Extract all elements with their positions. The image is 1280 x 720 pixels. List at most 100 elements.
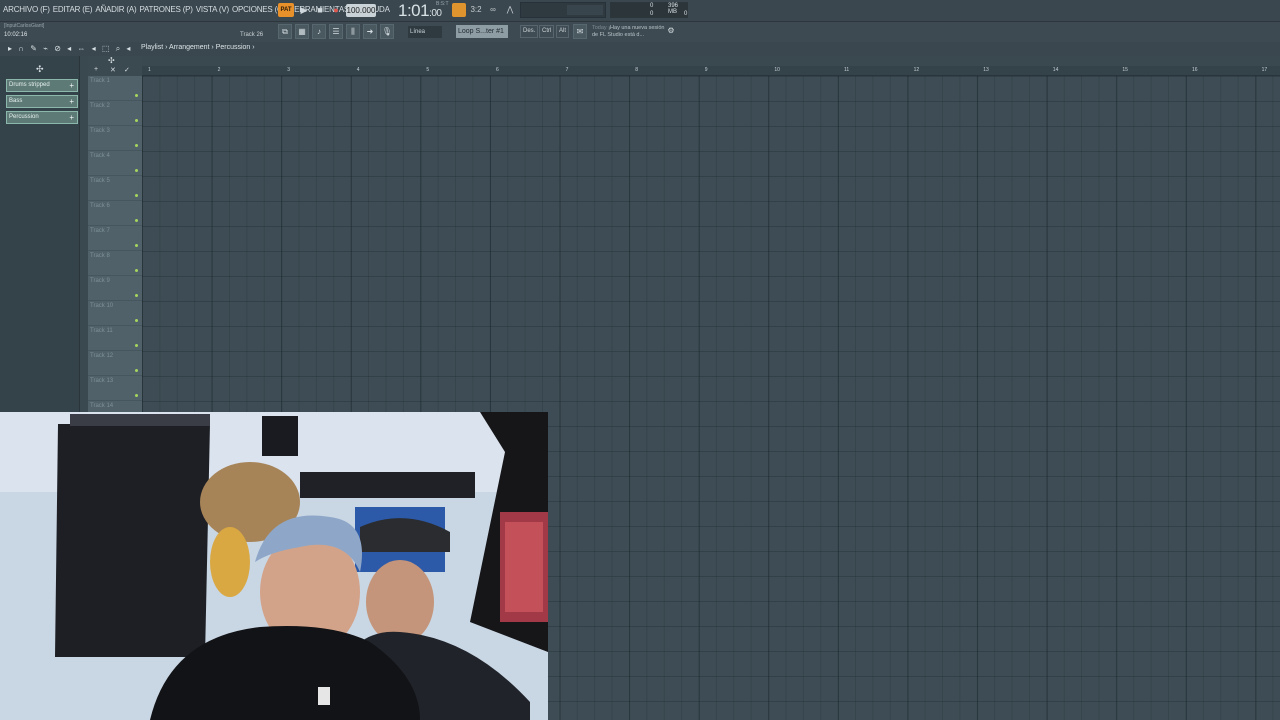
microphone-icon[interactable]: 🎙 <box>380 24 394 39</box>
breadcrumb: Playlist › Arrangement › Percussion › <box>141 44 255 51</box>
move-icon[interactable]: ✣ <box>36 64 44 75</box>
menu-item[interactable]: EDITAR (E) <box>53 5 93 14</box>
track-header[interactable]: Track 10 <box>88 301 142 326</box>
track-enable-led[interactable] <box>135 244 138 247</box>
track-header[interactable]: Track 7 <box>88 226 142 251</box>
time-main: 1:01 <box>398 1 430 20</box>
channel-rack-icon[interactable]: ▦ <box>295 24 309 39</box>
pattern-song-toggle[interactable]: PAT <box>278 3 294 17</box>
track-header[interactable]: Track 2 <box>88 101 142 126</box>
news-icon[interactable]: ✉ <box>573 24 587 39</box>
plugin-icon[interactable]: ➜ <box>363 24 377 39</box>
track-header[interactable]: Track 8 <box>88 251 142 276</box>
pattern-label: Bass <box>9 98 23 104</box>
track-header[interactable]: Track 11 <box>88 326 142 351</box>
wait-input-icon[interactable]: ⋀ <box>503 3 517 17</box>
mixer-icon[interactable]: ⫼ <box>346 24 360 39</box>
track-enable-led[interactable] <box>135 294 138 297</box>
song-position: 1:01:00 <box>398 1 442 21</box>
browser-icon[interactable]: ☰ <box>329 24 343 39</box>
tempo-display[interactable]: 100.000 <box>346 4 376 17</box>
track-name: Track 8 <box>90 253 110 259</box>
piano-roll-icon[interactable]: ♪ <box>312 24 326 39</box>
track-name: Track 4 <box>90 153 110 159</box>
webcam-image <box>0 412 548 720</box>
stop-icon[interactable]: ■ <box>312 3 328 17</box>
typing-keyboard-icon[interactable] <box>452 3 466 17</box>
track-header[interactable]: Track 12 <box>88 351 142 376</box>
track-header[interactable]: Track 9 <box>88 276 142 301</box>
bar-number: 6 <box>496 67 499 73</box>
track-enable-led[interactable] <box>135 269 138 272</box>
bar-number: 11 <box>844 67 850 73</box>
track-header[interactable]: Track 1 <box>88 76 142 101</box>
add-pattern-icon[interactable]: + <box>69 80 74 91</box>
pencil-icon[interactable]: ✎ <box>30 44 39 53</box>
track-name: Track 7 <box>90 228 110 234</box>
track-header[interactable]: Track 5 <box>88 176 142 201</box>
playlist-view-icon[interactable]: ⧉ <box>278 24 292 39</box>
track-enable-led[interactable] <box>135 169 138 172</box>
track-name: Track 3 <box>90 128 110 134</box>
track-header[interactable]: Track 13 <box>88 376 142 401</box>
alt-button[interactable]: Alt <box>556 25 570 38</box>
menu-item[interactable]: PATRONES (P) <box>139 5 193 14</box>
track-header[interactable]: Track 3 <box>88 126 142 151</box>
track-header-tools: ✣ + ✕ ✓ <box>88 56 142 76</box>
track-name: Track 5 <box>90 178 110 184</box>
add-pattern-icon[interactable]: + <box>69 112 74 123</box>
slip-icon[interactable]: ⇔ <box>77 44 87 53</box>
track-enable-led[interactable] <box>135 94 138 97</box>
move-icon[interactable]: ✣ <box>108 56 115 65</box>
track-enable-led[interactable] <box>135 319 138 322</box>
magnet-icon[interactable]: ∩ <box>18 44 26 53</box>
select-icon[interactable]: ⬚ <box>102 44 112 53</box>
menu-item[interactable]: ARCHIVO (F) <box>3 5 50 14</box>
pattern-item[interactable]: Bass + <box>6 95 78 108</box>
menu-item[interactable]: AÑADIR (A) <box>95 5 136 14</box>
clock-display: 10:02:16 <box>4 32 28 38</box>
track-name: Track 10 <box>90 303 114 309</box>
record-icon[interactable]: ● <box>328 3 344 17</box>
track-enable-led[interactable] <box>135 119 138 122</box>
track-enable-led[interactable] <box>135 194 138 197</box>
mute-icon[interactable]: ◂ <box>67 44 73 53</box>
pattern-item[interactable]: Drums stripped + <box>6 79 78 92</box>
track-enable-led[interactable] <box>135 369 138 372</box>
online-icon[interactable]: ⚙ <box>664 24 678 39</box>
brush-icon[interactable]: ⌁ <box>43 44 50 53</box>
bar-number: 9 <box>704 67 708 73</box>
add-track-icon[interactable]: + <box>94 66 98 73</box>
des-button[interactable]: Des. <box>520 25 539 38</box>
playback-icon[interactable]: ◂ <box>126 44 132 53</box>
track-header[interactable]: Track 4 <box>88 151 142 176</box>
meter-fill <box>567 5 603 15</box>
check-icon[interactable]: ✓ <box>124 66 130 74</box>
arrow-icon[interactable]: ▸ <box>8 44 14 53</box>
news-panel[interactable]: Today ¡Hay una nueva sesión de FL Studio… <box>592 25 666 39</box>
track-enable-led[interactable] <box>135 394 138 397</box>
loop-record-icon[interactable]: ∞ <box>486 3 500 17</box>
bar-number: 5 <box>426 67 430 73</box>
zoom-icon[interactable]: ⌕ <box>116 44 122 53</box>
cpu-value-2: 0 <box>650 11 654 17</box>
track-header[interactable]: Track 6 <box>88 201 142 226</box>
play-icon[interactable]: ▶ <box>296 3 312 17</box>
ctrl-button[interactable]: Ctrl <box>539 25 555 38</box>
track-enable-led[interactable] <box>135 344 138 347</box>
track-enable-led[interactable] <box>135 144 138 147</box>
slice-icon[interactable]: ◂ <box>92 44 98 53</box>
track-enable-led[interactable] <box>135 219 138 222</box>
menu-item[interactable]: VISTA (V) <box>196 5 229 14</box>
output-meter <box>520 2 606 18</box>
add-pattern-icon[interactable]: + <box>69 96 74 107</box>
close-icon[interactable]: ✕ <box>110 66 116 74</box>
pattern-item[interactable]: Percussion + <box>6 111 78 124</box>
timeline-ruler[interactable]: 1 2 3 4 5 6 7 8 9 10 11 12 13 14 15 16 17 <box>142 66 1280 76</box>
snap-select[interactable]: Línea <box>408 26 442 38</box>
bar-number: 12 <box>913 67 920 73</box>
pattern-label: Drums stripped <box>9 82 50 88</box>
pattern-selector[interactable]: Loop S...ter #1 <box>456 25 508 38</box>
metronome-icon[interactable]: 3:2 <box>469 3 483 17</box>
delete-icon[interactable]: ⊘ <box>54 44 63 53</box>
